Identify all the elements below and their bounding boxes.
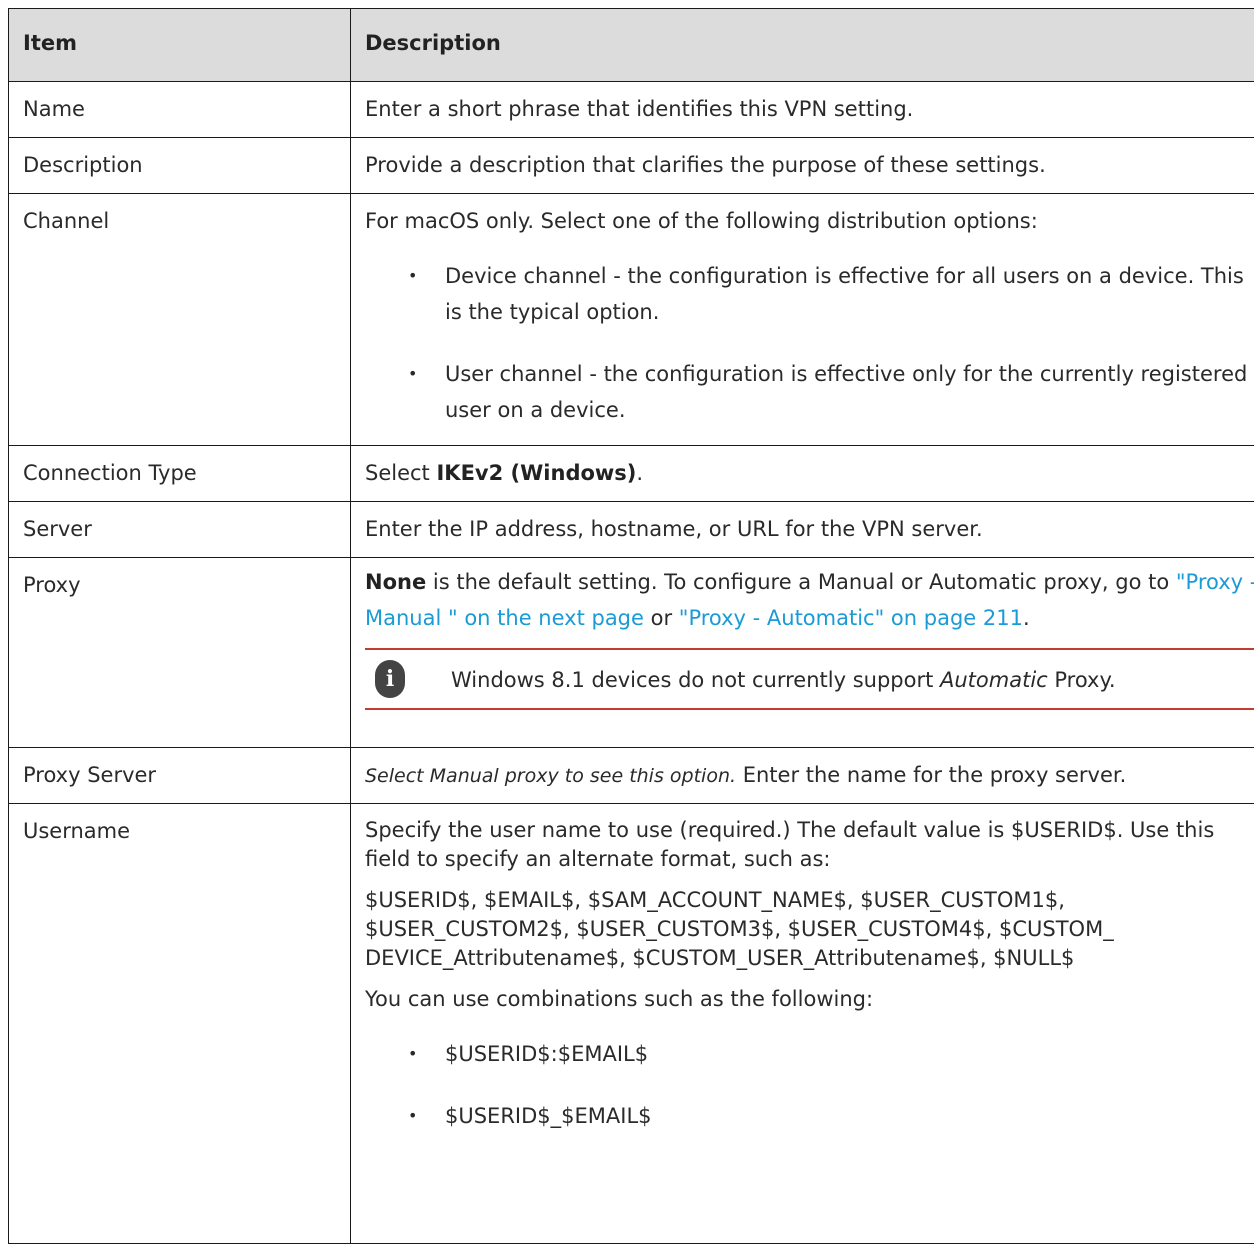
proxy-description: None is the default setting. To configur… (365, 564, 1254, 636)
bullet-icon: • (408, 1098, 417, 1134)
note-text-start: Windows 8.1 devices do not currently sup… (451, 668, 940, 692)
table-row-description: Description Provide a description that c… (9, 138, 1254, 194)
table-row-channel: Channel For macOS only. Select one of th… (9, 194, 1254, 446)
note-text-end: Proxy. (1048, 668, 1116, 692)
proxy-server-desc: Enter the name for the proxy server. (736, 763, 1126, 787)
list-item: • Device channel - the configuration is … (445, 258, 1254, 330)
proxy-text-3: . (1023, 606, 1030, 630)
desc-server: Enter the IP address, hostname, or URL f… (351, 502, 1254, 558)
table-row-server: Server Enter the IP address, hostname, o… (9, 502, 1254, 558)
settings-table: Item Description Name Enter a short phra… (8, 8, 1254, 1244)
item-proxy: Proxy (9, 558, 351, 748)
list-item: • User channel - the configuration is ef… (445, 356, 1254, 428)
item-proxy-server: Proxy Server (9, 748, 351, 804)
table-row-name: Name Enter a short phrase that identifie… (9, 82, 1254, 138)
table-row-proxy: Proxy None is the default setting. To co… (9, 558, 1254, 748)
info-icon: i (375, 660, 405, 698)
username-p1: Specify the user name to use (required.)… (365, 816, 1254, 874)
item-server: Server (9, 502, 351, 558)
desc-description: Provide a description that clarifies the… (351, 138, 1254, 194)
item-connection-type: Connection Type (9, 446, 351, 502)
table-header-row: Item Description (9, 9, 1254, 82)
username-p2: $USERID$, $EMAIL$, $SAM_ACCOUNT_NAME$, $… (365, 886, 1254, 973)
item-channel: Channel (9, 194, 351, 446)
table-row-username: Username Specify the user name to use (r… (9, 804, 1254, 1244)
note-text: Windows 8.1 devices do not currently sup… (451, 662, 1116, 698)
table-row-connection-type: Connection Type Select IKEv2 (Windows). (9, 446, 1254, 502)
list-item-text: $USERID$:$EMAIL$ (445, 1042, 648, 1066)
username-combinations-list: • $USERID$:$EMAIL$ • $USERID$_$EMAIL$ (365, 1036, 1254, 1134)
desc-name: Enter a short phrase that identifies thi… (351, 82, 1254, 138)
channel-options-list: • Device channel - the configuration is … (365, 258, 1254, 428)
list-item-text: Device channel - the configuration is ef… (445, 264, 1244, 324)
bullet-icon: • (408, 1036, 417, 1072)
desc-connection-type: Select IKEv2 (Windows). (351, 446, 1254, 502)
list-item: • $USERID$:$EMAIL$ (445, 1036, 1254, 1072)
channel-intro: For macOS only. Select one of the follow… (365, 206, 1254, 236)
header-item: Item (9, 9, 351, 82)
select-text: Select (365, 461, 430, 485)
proxy-text-1: is the default setting. To configure a M… (426, 570, 1176, 594)
proxy-none: None (365, 570, 426, 594)
note-box: i Windows 8.1 devices do not currently s… (365, 648, 1254, 710)
item-name: Name (9, 82, 351, 138)
proxy-server-hint: Select Manual proxy to see this option. (365, 765, 736, 787)
list-item-text: $USERID$_$EMAIL$ (445, 1104, 652, 1128)
list-item-text: User channel - the configuration is effe… (445, 362, 1247, 422)
desc-proxy: None is the default setting. To configur… (351, 558, 1254, 748)
item-description: Description (9, 138, 351, 194)
connection-type-value: IKEv2 (Windows) (436, 461, 636, 485)
period: . (636, 461, 643, 485)
username-p3: You can use combinations such as the fol… (365, 985, 1254, 1014)
header-description: Description (351, 9, 1254, 82)
table-row-proxy-server: Proxy Server Select Manual proxy to see … (9, 748, 1254, 804)
note-automatic: Automatic (940, 668, 1048, 692)
desc-channel: For macOS only. Select one of the follow… (351, 194, 1254, 446)
proxy-text-2: or (644, 606, 679, 630)
bullet-icon: • (408, 356, 417, 392)
bullet-icon: • (408, 258, 417, 294)
link-proxy-automatic[interactable]: "Proxy - Automatic" on page 211 (679, 606, 1023, 630)
desc-proxy-server: Select Manual proxy to see this option. … (351, 748, 1254, 804)
list-item: • $USERID$_$EMAIL$ (445, 1098, 1254, 1134)
item-username: Username (9, 804, 351, 1244)
desc-username: Specify the user name to use (required.)… (351, 804, 1254, 1244)
